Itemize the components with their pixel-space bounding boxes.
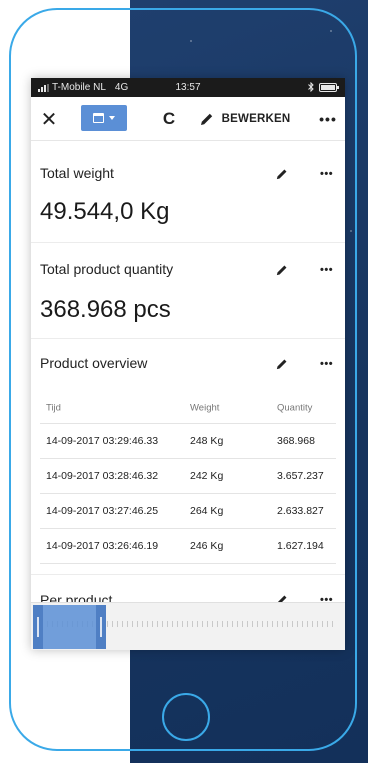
caret-down-icon <box>109 116 115 120</box>
cell-time: 14-09-2017 03:29:46.33 <box>46 435 159 447</box>
refresh-button[interactable]: C <box>155 97 183 141</box>
slider-handle-right[interactable] <box>96 605 106 649</box>
refresh-icon: C <box>162 109 176 128</box>
edit-label: BEWERKEN <box>221 113 291 125</box>
time-range-slider[interactable] <box>31 602 345 650</box>
total-weight-card: Total weight ••• 49.544,0 Kg <box>31 141 345 243</box>
cell-quantity: 2.633.827 <box>277 505 324 517</box>
column-header-quantity[interactable]: Quantity <box>277 403 312 414</box>
cell-weight: 242 Kg <box>190 470 224 482</box>
pencil-icon[interactable] <box>276 358 288 370</box>
slider-selection[interactable] <box>33 605 106 649</box>
card-title: Total weight <box>40 165 114 181</box>
date-picker-button[interactable] <box>81 105 127 131</box>
close-button[interactable]: ✕ <box>35 97 63 141</box>
more-icon[interactable]: ••• <box>320 358 333 370</box>
table-row[interactable]: 14-09-2017 03:28:46.32 242 Kg 3.657.237 <box>40 459 336 494</box>
pencil-icon[interactable] <box>276 264 288 276</box>
pencil-icon <box>200 113 212 125</box>
card-value: 49.544,0 Kg <box>40 198 170 225</box>
column-header-weight[interactable]: Weight <box>190 403 219 414</box>
column-header-tijd[interactable]: Tijd <box>46 403 61 414</box>
cell-quantity: 368.968 <box>277 435 315 447</box>
card-title: Total product quantity <box>40 261 174 277</box>
cell-time: 14-09-2017 03:27:46.25 <box>46 505 159 517</box>
cell-weight: 248 Kg <box>190 435 224 447</box>
battery-icon <box>319 82 339 92</box>
close-icon: ✕ <box>40 108 58 131</box>
card-value: 368.968 pcs <box>40 296 171 323</box>
edit-button[interactable]: BEWERKEN <box>197 97 293 141</box>
card-title: Product overview <box>40 355 148 371</box>
status-time: 13:57 <box>175 82 201 93</box>
cell-weight: 264 Kg <box>190 505 224 517</box>
bluetooth-icon <box>308 82 314 92</box>
calendar-icon <box>93 113 104 123</box>
more-options-button[interactable]: ••• <box>317 97 339 141</box>
more-icon[interactable]: ••• <box>320 168 333 180</box>
status-bar: T-Mobile NL 4G 13:57 <box>31 78 345 97</box>
cell-quantity: 1.627.194 <box>277 540 324 552</box>
app-screen: T-Mobile NL 4G 13:57 ✕ C BEWERKEN ••• To… <box>31 78 345 650</box>
slider-handle-left[interactable] <box>33 605 43 649</box>
product-overview-card: Product overview ••• Tijd Weight Quantit… <box>31 339 345 575</box>
cell-time: 14-09-2017 03:28:46.32 <box>46 470 159 482</box>
product-table: Tijd Weight Quantity 14-09-2017 03:29:46… <box>40 393 336 564</box>
cell-weight: 246 Kg <box>190 540 224 552</box>
cell-quantity: 3.657.237 <box>277 470 324 482</box>
home-button[interactable] <box>162 693 210 741</box>
total-quantity-card: Total product quantity ••• 368.968 pcs <box>31 243 345 339</box>
table-row[interactable]: 14-09-2017 03:27:46.25 264 Kg 2.633.827 <box>40 494 336 529</box>
cell-time: 14-09-2017 03:26:46.19 <box>46 540 159 552</box>
pencil-icon[interactable] <box>276 168 288 180</box>
table-row[interactable]: 14-09-2017 03:26:46.19 246 Kg 1.627.194 <box>40 529 336 564</box>
table-header: Tijd Weight Quantity <box>40 393 336 424</box>
more-icon[interactable]: ••• <box>320 264 333 276</box>
table-row[interactable]: 14-09-2017 03:29:46.33 248 Kg 368.968 <box>40 424 336 459</box>
more-icon: ••• <box>319 111 337 127</box>
app-toolbar: ✕ C BEWERKEN ••• <box>31 97 345 141</box>
